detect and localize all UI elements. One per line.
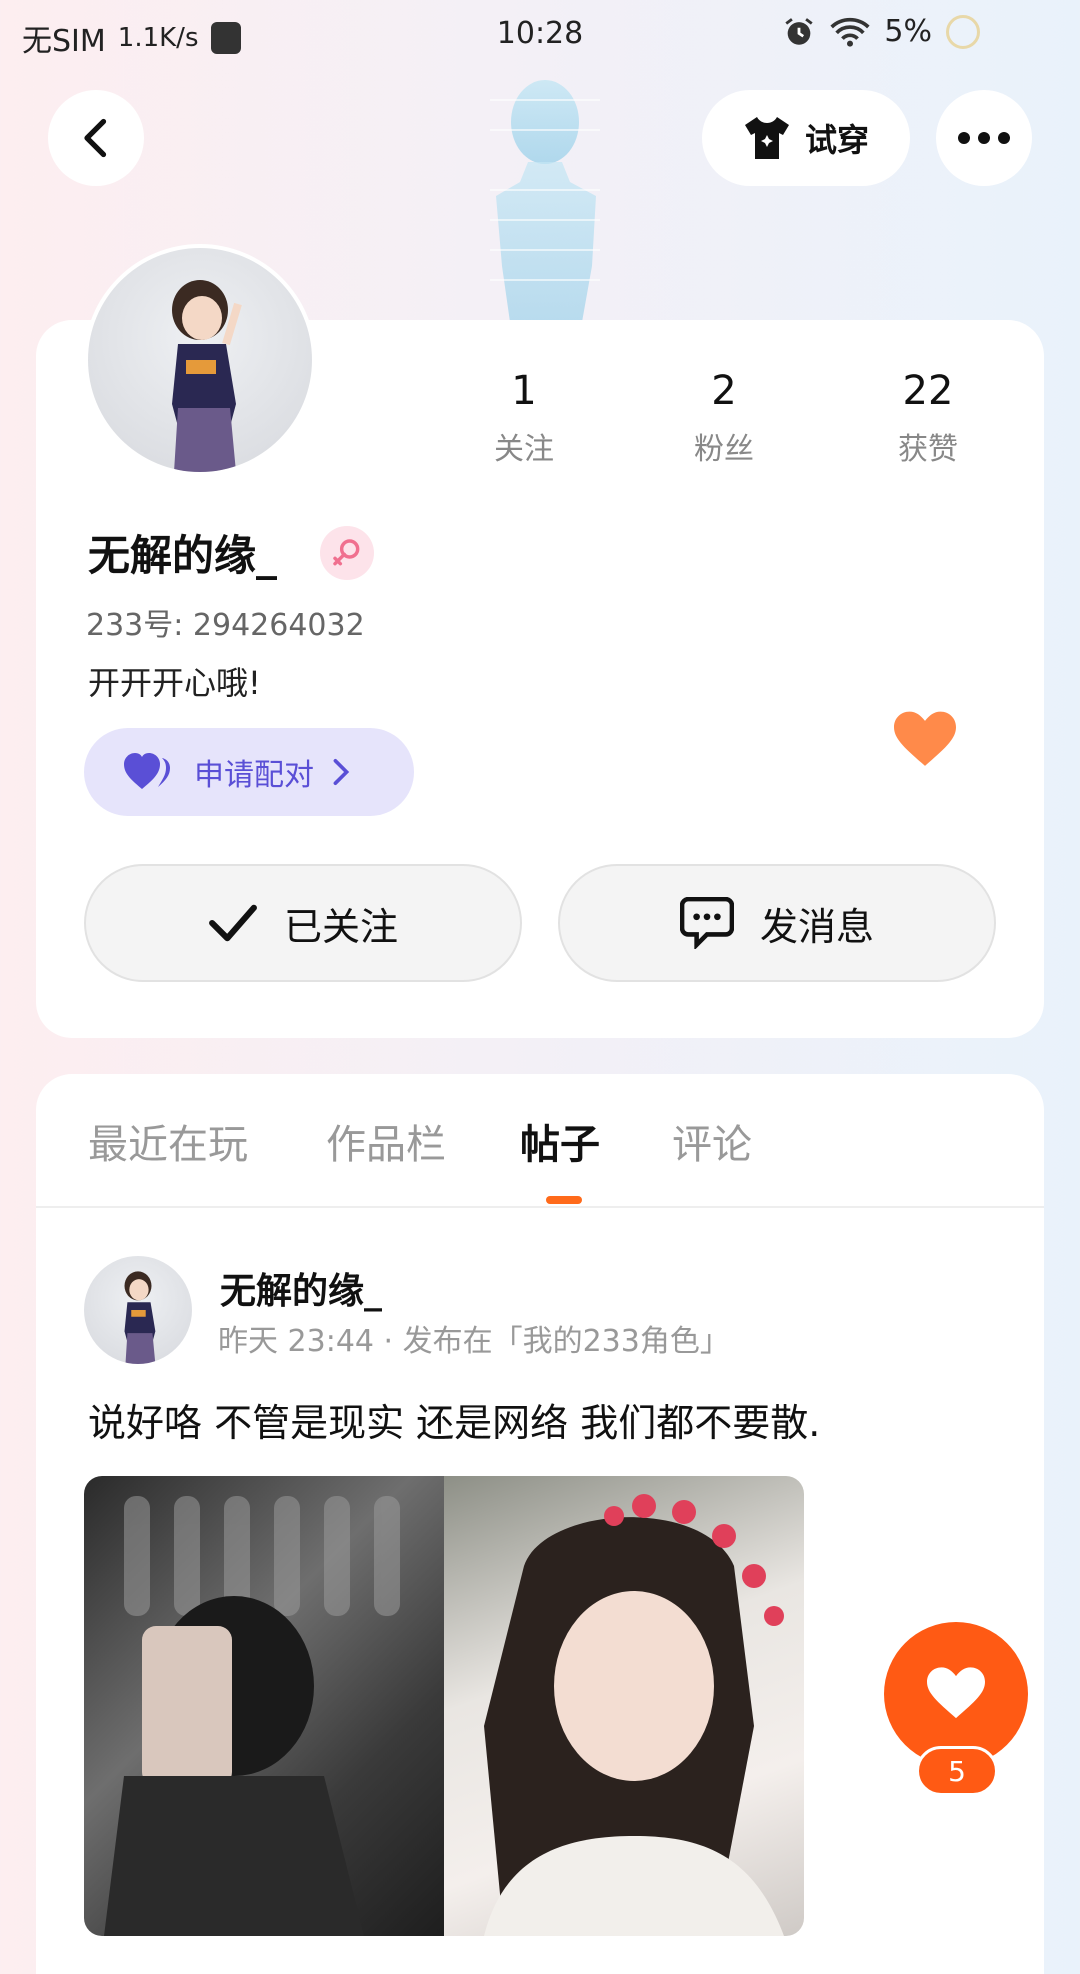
battery-icon <box>946 14 980 49</box>
likes-count: 22 <box>902 368 954 414</box>
avatar-character-image <box>124 1271 156 1364</box>
like-fab[interactable] <box>884 1622 1028 1766</box>
tshirt-icon <box>744 117 789 159</box>
battery-text: 5% <box>884 14 932 49</box>
request-pair-label: 申请配对 <box>194 758 314 793</box>
following-label: 关注 <box>494 432 554 467</box>
tab-comments[interactable]: 评论 <box>672 1112 752 1170</box>
tab-divider <box>36 1206 1044 1208</box>
status-bar: 无SIM 1.1K/s 10:28 5% <box>0 0 1080 72</box>
try-on-label: 试穿 <box>804 121 869 159</box>
more-button[interactable] <box>936 90 1032 186</box>
post-photo-left <box>84 1476 444 1936</box>
wifi-icon <box>830 17 870 47</box>
like-count-badge: 5 <box>916 1746 998 1796</box>
likes-label: 获赞 <box>898 432 958 467</box>
post-text: 说好咯 不管是现实 还是网络 我们都不要散. <box>88 1401 821 1445</box>
avatar-character-image <box>172 280 242 472</box>
profile-bio: 开开开心哦! <box>88 664 261 702</box>
alarm-icon <box>785 17 814 45</box>
more-horizontal-icon <box>958 132 1010 144</box>
double-heart-icon <box>124 753 170 789</box>
post-image[interactable] <box>84 1476 804 1936</box>
back-button[interactable] <box>48 90 144 186</box>
avatar-hologram <box>490 80 600 322</box>
gender-badge <box>320 526 374 580</box>
chat-bubble-icon <box>679 897 734 949</box>
chevron-left-icon <box>84 118 107 158</box>
post-author-name[interactable]: 无解的缘_ <box>220 1262 382 1314</box>
user-id: 233号: 294264032 <box>86 608 365 643</box>
likes-stat[interactable]: 22 获赞 <box>848 368 1008 468</box>
message-button[interactable]: 发消息 <box>558 864 996 982</box>
tab-posts[interactable]: 帖子 <box>520 1112 600 1170</box>
profile-name: 无解的缘_ <box>88 531 278 580</box>
heart-icon[interactable] <box>894 710 956 770</box>
following-stat[interactable]: 1 关注 <box>444 368 604 468</box>
following-count: 1 <box>511 368 537 414</box>
followers-label: 粉丝 <box>694 432 754 467</box>
followers-count: 2 <box>711 368 737 414</box>
post-photo-right <box>444 1476 804 1936</box>
female-icon <box>333 539 360 566</box>
active-tab-indicator <box>546 1196 582 1204</box>
tab-works[interactable]: 作品栏 <box>326 1112 446 1170</box>
message-label: 发消息 <box>759 904 874 949</box>
request-pair-button[interactable]: 申请配对 <box>84 728 414 816</box>
try-on-button[interactable]: 试穿 <box>702 90 910 186</box>
check-icon <box>209 904 257 942</box>
follow-button[interactable]: 已关注 <box>84 864 522 982</box>
post-author-avatar[interactable] <box>84 1256 192 1364</box>
profile-avatar[interactable] <box>84 244 316 476</box>
followers-stat[interactable]: 2 粉丝 <box>644 368 804 468</box>
post-meta: 昨天 23:44 · 发布在「我的233角色」 <box>218 1324 730 1359</box>
heart-icon <box>927 1667 985 1719</box>
tab-recently-played[interactable]: 最近在玩 <box>88 1112 248 1170</box>
follow-label: 已关注 <box>283 904 398 949</box>
chevron-right-icon <box>333 758 350 786</box>
